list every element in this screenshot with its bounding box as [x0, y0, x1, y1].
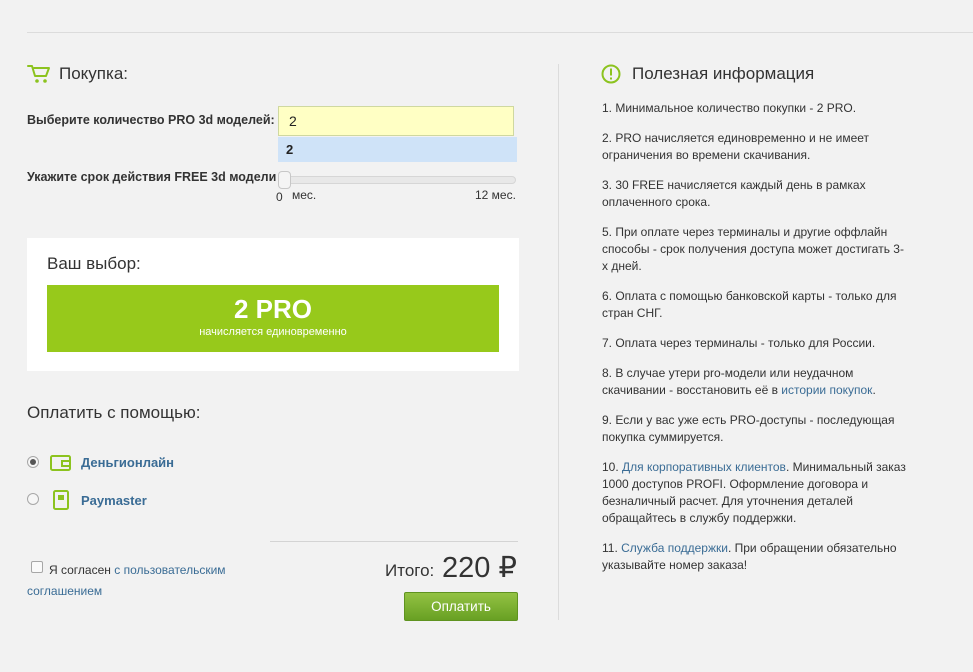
- wallet-icon: [50, 455, 71, 471]
- payment-title: Оплатить с помощью:: [27, 403, 201, 422]
- purchase-title: Покупка:: [59, 64, 128, 83]
- info-icon: [601, 64, 621, 84]
- agreement-text: Я согласен с пользовательским соглашение…: [27, 560, 247, 602]
- info-item: 2. PRO начисляется единовременно и не им…: [602, 131, 870, 162]
- top-divider: [27, 32, 973, 33]
- quantity-input[interactable]: [278, 106, 514, 136]
- info-item: 5. При оплате через терминалы и другие о…: [602, 225, 904, 273]
- column-divider: [558, 64, 559, 620]
- slider-unit-label: мес.: [292, 188, 317, 202]
- payment-radio-paymaster[interactable]: [27, 493, 39, 505]
- term-label: Укажите срок действия FREE 3d модели: [27, 170, 277, 184]
- slider-max-label: 12 мес.: [475, 188, 516, 202]
- total-label: Итого:: [385, 561, 435, 580]
- choice-banner: 2 PRO начисляется единовременно: [47, 285, 499, 352]
- purchase-history-link[interactable]: истории покупок: [781, 383, 872, 397]
- info-item: 8. В случае утери pro-модели или неудачн…: [602, 365, 907, 399]
- payment-label-paymaster[interactable]: Paymaster: [81, 493, 147, 508]
- info-item-text: .: [872, 383, 876, 397]
- support-link[interactable]: Служба поддержки: [621, 541, 728, 555]
- term-slider-track[interactable]: [281, 176, 516, 184]
- choice-note: начисляется единовременно: [199, 326, 347, 338]
- agreement-label: Я согласен: [49, 563, 111, 577]
- info-item: 1. Минимальное количество покупки - 2 PR…: [602, 101, 857, 115]
- total-value: 220 ₽: [442, 552, 517, 584]
- info-item: 10. Для корпоративных клиентов. Минималь…: [602, 459, 907, 527]
- cart-icon: [27, 65, 50, 83]
- term-slider-handle[interactable]: [278, 171, 291, 189]
- info-item: 9. Если у вас уже есть PRO-доступы - пос…: [602, 413, 895, 444]
- quantity-suggestion-item[interactable]: 2: [278, 137, 517, 162]
- info-item: 11. Служба поддержки. При обращении обяз…: [602, 540, 907, 574]
- payment-radio-dengionline[interactable]: [27, 456, 39, 468]
- info-item: 7. Оплата через терминалы - только для Р…: [602, 336, 876, 350]
- info-item-text: 11.: [602, 541, 622, 555]
- info-item: 6. Оплата с помощью банковской карты - т…: [602, 289, 897, 320]
- total-divider: [270, 541, 518, 542]
- choice-amount: 2 PRO: [233, 294, 313, 324]
- info-title: Полезная информация: [632, 64, 815, 83]
- choice-panel: Ваш выбор: 2 PRO начисляется единовремен…: [27, 238, 519, 371]
- payment-label-dengionline[interactable]: Деньгионлайн: [81, 455, 174, 470]
- pay-button[interactable]: Оплатить: [404, 592, 518, 621]
- slider-min-label: 0: [276, 190, 283, 204]
- paymaster-icon: [53, 490, 69, 510]
- choice-title: Ваш выбор:: [47, 254, 141, 273]
- info-list: 1. Минимальное количество покупки - 2 PR…: [602, 100, 907, 587]
- quantity-label: Выберите количество PRO 3d моделей:: [27, 113, 275, 127]
- info-item: 3. 30 FREE начисляется каждый день в рам…: [602, 178, 866, 209]
- corporate-clients-link[interactable]: Для корпоративных клиентов: [622, 460, 786, 474]
- info-item-text: 10.: [602, 460, 623, 474]
